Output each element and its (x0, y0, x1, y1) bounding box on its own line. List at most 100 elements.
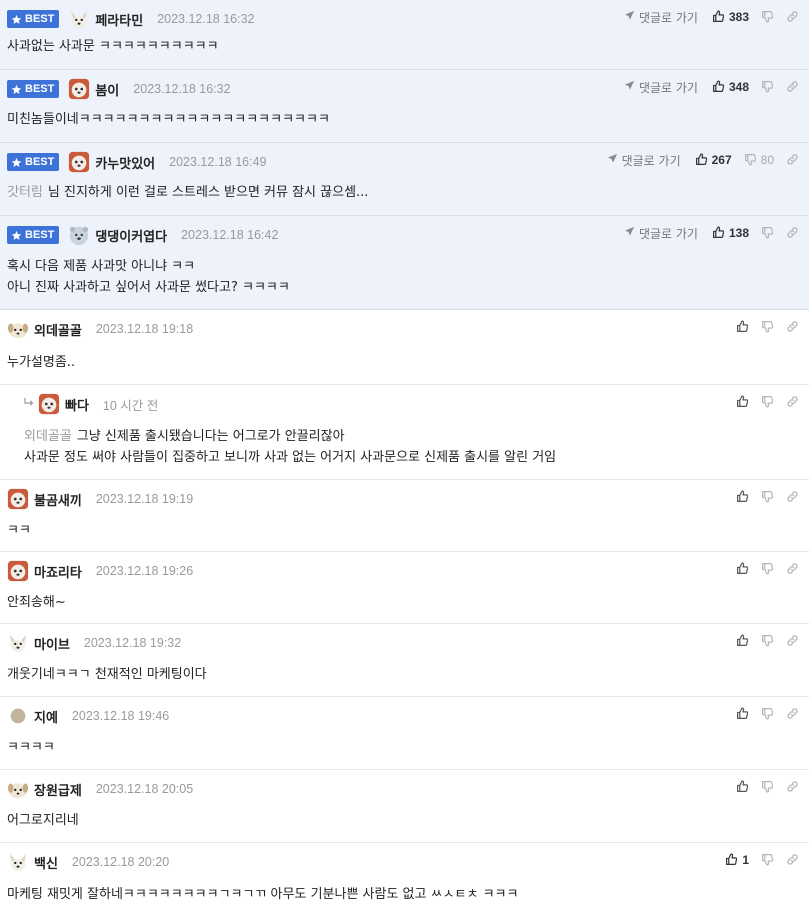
mention[interactable]: 갓터림 (7, 185, 43, 200)
best-badge: BEST (7, 10, 60, 28)
like-button[interactable]: 348 (712, 78, 749, 97)
comment-line: 어그로지리네 (7, 810, 79, 831)
nickname[interactable]: 마이브 (34, 634, 70, 653)
bear-avatar[interactable] (68, 224, 90, 246)
dog-avatar[interactable] (68, 8, 90, 30)
like-button[interactable] (736, 560, 749, 579)
share-button[interactable] (786, 705, 799, 724)
thumbs-down-icon (761, 8, 774, 27)
nickname[interactable]: 댕댕이커엽다 (95, 226, 167, 245)
dislike-button[interactable] (761, 8, 774, 27)
nickname[interactable]: 외데골골 (34, 320, 82, 339)
share-button[interactable] (786, 393, 799, 412)
like-count: 267 (711, 153, 732, 167)
like-button[interactable] (736, 705, 749, 724)
nickname[interactable]: 마죠리타 (34, 562, 82, 581)
dislike-button[interactable] (761, 224, 774, 243)
share-button[interactable] (786, 151, 799, 170)
nickname[interactable]: 장원급제 (34, 780, 82, 799)
nickname[interactable]: 불곰새끼 (34, 490, 82, 509)
link-icon (786, 78, 799, 97)
comment-actions: 1 (725, 851, 809, 869)
comment-header: 백신 2023.12.18 20:20 (7, 851, 169, 873)
dog-avatar[interactable] (7, 632, 29, 654)
share-button[interactable] (786, 560, 799, 579)
comment-header: BEST 카누맛있어 2023.12.18 16:49 (7, 151, 266, 173)
like-button[interactable]: 138 (712, 224, 749, 243)
share-button[interactable] (786, 78, 799, 97)
link-icon (786, 151, 799, 170)
nickname[interactable]: 지예 (34, 707, 58, 726)
like-button[interactable] (736, 488, 749, 507)
thumbs-up-icon (736, 705, 749, 724)
dislike-button[interactable] (761, 393, 774, 412)
best-comment: BEST 카누맛있어 2023.12.18 16:49 댓글로 가기 267 80 갓터림 님… (0, 143, 809, 216)
dislike-button[interactable] (761, 705, 774, 724)
comment-header: 불곰새끼 2023.12.18 19:19 (7, 488, 193, 510)
comment-body: ㅋㅋ (7, 520, 31, 541)
comment-text: ㅋㅋㅋㅋ (7, 740, 55, 755)
dislike-button[interactable]: 80 (744, 151, 774, 170)
dog-avatar[interactable] (7, 851, 29, 873)
thumbs-down-icon (761, 393, 774, 412)
puppy-avatar[interactable] (7, 778, 29, 800)
go-to-reply-link[interactable]: 댓글로 가기 (624, 79, 698, 96)
dislike-button[interactable] (761, 560, 774, 579)
like-button[interactable]: 1 (725, 851, 749, 870)
fox-avatar[interactable] (68, 151, 90, 173)
share-button[interactable] (786, 851, 799, 870)
go-to-reply-link[interactable]: 댓글로 가기 (607, 152, 681, 169)
comment-header: 마죠리타 2023.12.18 19:26 (7, 560, 193, 582)
fox-avatar[interactable] (7, 488, 29, 510)
comment-line: 외데골골 그냥 신제품 출시됐습니다는 어그로가 안끌리잖아 (24, 426, 556, 447)
send-arrow-icon (624, 10, 635, 24)
nickname[interactable]: 카누맛있어 (95, 153, 155, 172)
dislike-button[interactable] (761, 632, 774, 651)
star-icon (11, 230, 22, 241)
mention[interactable]: 외데골골 (24, 429, 72, 444)
share-button[interactable] (786, 488, 799, 507)
like-button[interactable] (736, 632, 749, 651)
fox-avatar[interactable] (68, 78, 90, 100)
like-button[interactable] (736, 393, 749, 412)
thumbs-down-icon (761, 488, 774, 507)
nickname[interactable]: 페라타민 (95, 10, 143, 29)
dislike-button[interactable] (761, 851, 774, 870)
fox-avatar[interactable] (7, 560, 29, 582)
comment-header: 장원급제 2023.12.18 20:05 (7, 778, 193, 800)
dot-avatar[interactable] (7, 705, 29, 727)
like-button[interactable]: 267 (695, 151, 732, 170)
go-to-reply-label: 댓글로 가기 (621, 153, 681, 168)
thumbs-up-icon (736, 632, 749, 651)
comment-body: 갓터림 님 진지하게 이런 걸로 스트레스 받으면 커뮤 잠시 끊으셈... (7, 182, 368, 203)
nickname[interactable]: 백신 (34, 853, 58, 872)
comment-header: 외데골골 2023.12.18 19:18 (7, 318, 193, 340)
comment-date: 2023.12.18 19:18 (95, 322, 194, 336)
puppy-avatar[interactable] (7, 318, 29, 340)
dislike-button[interactable] (761, 488, 774, 507)
link-icon (786, 393, 799, 412)
send-arrow-icon (607, 153, 618, 167)
share-button[interactable] (786, 8, 799, 27)
comment-header: 마이브 2023.12.18 19:32 (7, 632, 181, 654)
share-button[interactable] (786, 318, 799, 337)
share-button[interactable] (786, 224, 799, 243)
go-to-reply-link[interactable]: 댓글로 가기 (624, 225, 698, 242)
best-badge: BEST (7, 153, 60, 171)
comment-text: 혹시 다음 제품 사과맛 아니냐 ㅋㅋ (7, 259, 196, 274)
like-button[interactable] (736, 778, 749, 797)
nickname[interactable]: 빠다 (65, 395, 89, 414)
comment-actions: 댓글로 가기 138 (624, 224, 809, 242)
go-to-reply-link[interactable]: 댓글로 가기 (624, 9, 698, 26)
share-button[interactable] (786, 778, 799, 797)
share-button[interactable] (786, 632, 799, 651)
dislike-button[interactable] (761, 318, 774, 337)
like-button[interactable]: 383 (712, 8, 749, 27)
dislike-button[interactable] (761, 78, 774, 97)
comment-date: 2023.12.18 19:19 (95, 492, 194, 506)
nickname[interactable]: 봄이 (95, 80, 119, 99)
fox-avatar[interactable] (38, 393, 60, 415)
dislike-button[interactable] (761, 778, 774, 797)
like-button[interactable] (736, 318, 749, 337)
comment-actions (736, 632, 809, 650)
